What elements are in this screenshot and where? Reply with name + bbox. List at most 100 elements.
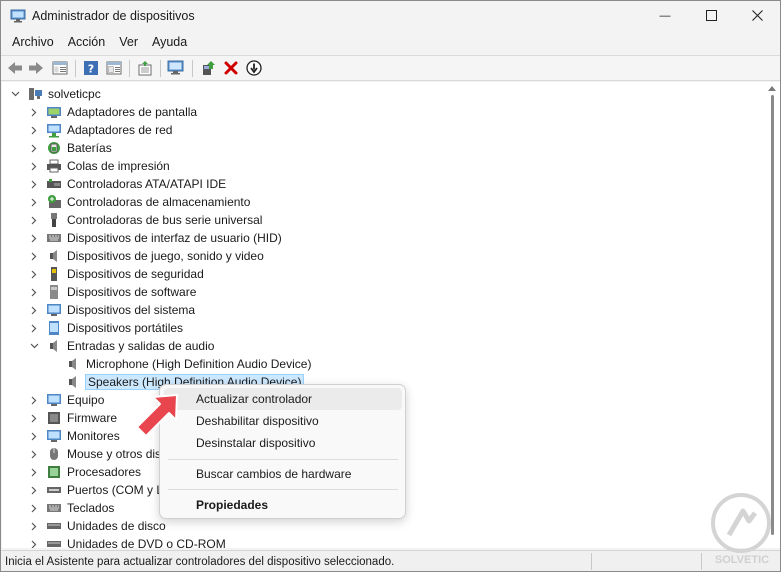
chevron-right-icon[interactable] xyxy=(29,413,39,423)
chevron-right-icon[interactable] xyxy=(29,107,39,117)
tree-category[interactable]: Monitores xyxy=(29,427,121,445)
vertical-scrollbar[interactable] xyxy=(765,82,780,548)
tree-category-label: Teclados xyxy=(67,501,115,515)
monitor-icon xyxy=(46,428,62,444)
tree-root[interactable]: solveticpc xyxy=(10,85,102,103)
disable-device-menu-item[interactable]: Deshabilitar dispositivo xyxy=(164,410,402,432)
tree-root-label: solveticpc xyxy=(48,87,101,101)
watermark-text: SOLVETIC xyxy=(714,554,770,566)
forward-arrow-icon[interactable] xyxy=(27,59,45,77)
scan-hardware-menu-item[interactable]: Buscar cambios de hardware xyxy=(164,463,402,485)
properties-icon[interactable] xyxy=(105,59,123,77)
usb-icon xyxy=(46,212,62,228)
tree-category[interactable]: Controladoras de bus serie universal xyxy=(29,211,263,229)
mouse-icon xyxy=(46,446,62,462)
tree-category[interactable]: Dispositivos de software xyxy=(29,283,197,301)
tree-category[interactable]: Dispositivos portátiles xyxy=(29,319,184,337)
update-driver-menu-item[interactable]: Actualizar controlador xyxy=(164,388,402,410)
minimize-button[interactable]: — xyxy=(642,1,688,31)
chevron-right-icon[interactable] xyxy=(29,179,39,189)
tree-category[interactable]: Colas de impresión xyxy=(29,157,171,175)
chevron-right-icon[interactable] xyxy=(29,125,39,135)
update-driver-icon[interactable] xyxy=(199,59,217,77)
processor-icon xyxy=(46,464,62,480)
chevron-down-icon[interactable] xyxy=(29,341,39,351)
tree-category-label: Mouse y otros dis xyxy=(67,447,162,461)
disable-device-icon[interactable] xyxy=(245,59,263,77)
tree-category-label: Dispositivos de interfaz de usuario (HID… xyxy=(67,231,282,245)
chevron-right-icon[interactable] xyxy=(29,251,39,261)
help-icon[interactable]: ? xyxy=(82,59,100,77)
speaker-icon xyxy=(65,374,81,390)
tree-category-label: Equipo xyxy=(67,393,105,407)
tree-category-label: Dispositivos de software xyxy=(67,285,197,299)
toolbar-separator xyxy=(160,60,161,77)
export-list-icon[interactable] xyxy=(136,59,154,77)
chevron-right-icon[interactable] xyxy=(29,467,39,477)
tree-category[interactable]: Unidades de DVD o CD-ROM xyxy=(29,535,227,548)
tree-category[interactable]: Mouse y otros dis xyxy=(29,445,162,463)
chevron-right-icon[interactable] xyxy=(29,215,39,225)
tree-category[interactable]: Controladoras de almacenamiento xyxy=(29,193,251,211)
chevron-right-icon[interactable] xyxy=(29,269,39,279)
chevron-down-icon[interactable] xyxy=(10,89,20,99)
scroll-up-icon[interactable] xyxy=(768,86,776,91)
tree-category[interactable]: Baterías xyxy=(29,139,113,157)
maximize-icon xyxy=(705,8,717,24)
uninstall-device-menu-item[interactable]: Desinstalar dispositivo xyxy=(164,432,402,454)
scrollbar-thumb[interactable] xyxy=(771,95,774,535)
tree-category[interactable]: Adaptadores de red xyxy=(29,121,173,139)
menu-archivo[interactable]: Archivo xyxy=(5,33,61,53)
properties-menu-item[interactable]: Propiedades xyxy=(164,494,402,516)
tree-category[interactable]: Unidades de disco xyxy=(29,517,167,535)
chevron-right-icon[interactable] xyxy=(29,395,39,405)
context-menu-separator xyxy=(168,459,398,460)
software-device-icon xyxy=(46,284,62,300)
chevron-right-icon[interactable] xyxy=(29,449,39,459)
chevron-right-icon[interactable] xyxy=(29,539,39,548)
tree-category[interactable]: Teclados xyxy=(29,499,115,517)
status-text: Inicia el Asistente para actualizar cont… xyxy=(5,556,395,568)
uninstall-x-icon[interactable] xyxy=(222,59,240,77)
tree-category-expanded[interactable]: Entradas y salidas de audio xyxy=(29,337,215,355)
chevron-right-icon[interactable] xyxy=(29,323,39,333)
chevron-right-icon[interactable] xyxy=(29,143,39,153)
display-adapter-icon xyxy=(46,104,62,120)
close-button[interactable] xyxy=(734,1,780,31)
tree-category[interactable]: Controladoras ATA/ATAPI IDE xyxy=(29,175,227,193)
network-adapter-icon xyxy=(46,122,62,138)
speaker-icon xyxy=(46,248,62,264)
chevron-right-icon[interactable] xyxy=(29,485,39,495)
menu-bar: Archivo Acción Ver Ayuda xyxy=(1,33,780,53)
window-title: Administrador de dispositivos xyxy=(32,9,195,23)
computer-icon xyxy=(27,86,43,102)
chevron-right-icon[interactable] xyxy=(29,233,39,243)
tree-category[interactable]: Dispositivos del sistema xyxy=(29,301,196,319)
menu-ver[interactable]: Ver xyxy=(112,33,145,53)
menu-accion[interactable]: Acción xyxy=(61,33,113,53)
tree-category[interactable]: Procesadores xyxy=(29,463,142,481)
chevron-right-icon[interactable] xyxy=(29,161,39,171)
tree-category[interactable]: Equipo xyxy=(29,391,105,409)
tree-category[interactable]: Dispositivos de juego, sonido y video xyxy=(29,247,265,265)
tree-category[interactable]: Puertos (COM y L xyxy=(29,481,164,499)
tree-category[interactable]: Firmware xyxy=(29,409,118,427)
chevron-right-icon[interactable] xyxy=(29,305,39,315)
tree-device[interactable]: Microphone (High Definition Audio Device… xyxy=(65,355,312,373)
tree-device-label: Microphone (High Definition Audio Device… xyxy=(86,357,312,371)
show-hide-console-tree-icon[interactable] xyxy=(51,59,69,77)
menu-ayuda[interactable]: Ayuda xyxy=(145,33,194,53)
chevron-right-icon[interactable] xyxy=(29,287,39,297)
monitor-scan-icon[interactable] xyxy=(167,59,185,77)
tree-category[interactable]: Adaptadores de pantalla xyxy=(29,103,198,121)
microphone-icon xyxy=(65,356,81,372)
tree-category[interactable]: Dispositivos de interfaz de usuario (HID… xyxy=(29,229,283,247)
chevron-right-icon[interactable] xyxy=(29,521,39,531)
printer-icon xyxy=(46,158,62,174)
back-arrow-icon[interactable] xyxy=(6,59,24,77)
maximize-button[interactable] xyxy=(688,1,734,31)
chevron-right-icon[interactable] xyxy=(29,197,39,207)
chevron-right-icon[interactable] xyxy=(29,431,39,441)
chevron-right-icon[interactable] xyxy=(29,503,39,513)
tree-category[interactable]: Dispositivos de seguridad xyxy=(29,265,205,283)
